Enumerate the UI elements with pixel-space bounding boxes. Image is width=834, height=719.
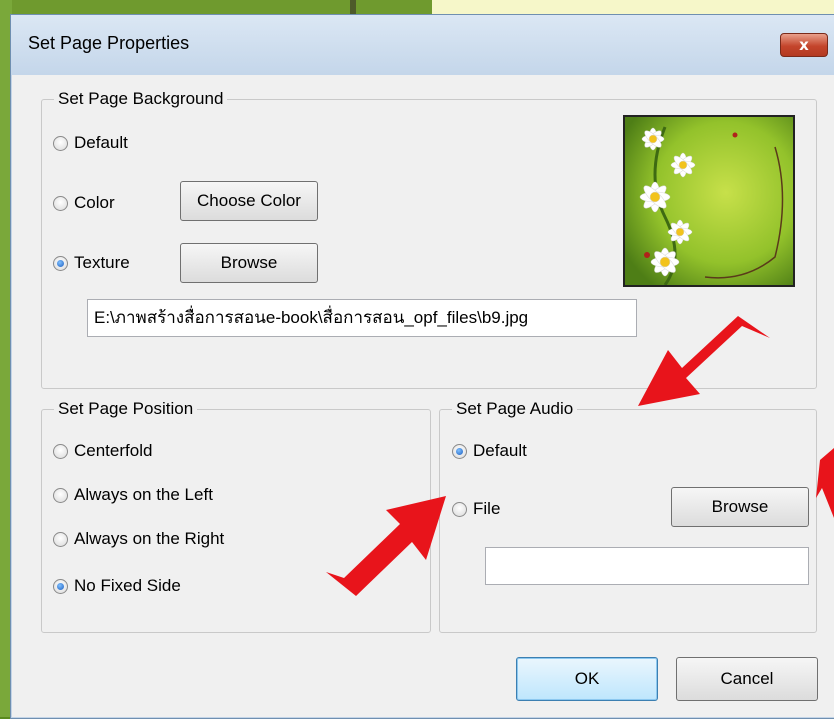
background-default-label: Default <box>74 133 128 152</box>
position-left-radio[interactable] <box>53 487 68 503</box>
audio-default-label: Default <box>473 441 527 460</box>
background-color-radio[interactable] <box>53 195 68 211</box>
position-right-radio[interactable] <box>53 531 68 547</box>
texture-path-field[interactable]: E:\ภาพสร้างสื่อการสอนe-book\สื่อการสอน_o… <box>87 299 637 337</box>
cancel-button[interactable]: Cancel <box>676 657 818 701</box>
position-right-option[interactable]: Always on the Right <box>53 529 224 549</box>
texture-preview-image <box>623 115 795 287</box>
background-app-strip <box>12 0 432 14</box>
dialog-titlebar[interactable]: Set Page Properties x <box>11 15 834 75</box>
close-icon: x <box>799 36 809 54</box>
audio-default-option[interactable]: Default <box>452 441 527 461</box>
audio-browse-button[interactable]: Browse <box>671 487 809 527</box>
background-app-divider <box>350 0 356 14</box>
position-no-fixed-side-label: No Fixed Side <box>74 576 181 595</box>
audio-file-path-field[interactable] <box>485 547 809 585</box>
background-texture-radio[interactable] <box>53 255 68 271</box>
background-color-option[interactable]: Color <box>53 193 115 213</box>
set-page-properties-dialog: Set Page Properties x Set Page Backgroun… <box>10 14 834 719</box>
audio-default-radio[interactable] <box>452 443 467 459</box>
ok-button[interactable]: OK <box>516 657 658 701</box>
audio-file-radio[interactable] <box>452 501 467 517</box>
position-left-option[interactable]: Always on the Left <box>53 485 213 505</box>
position-no-fixed-side-radio[interactable] <box>53 578 68 594</box>
background-texture-option[interactable]: Texture <box>53 253 130 273</box>
page-background-group-label: Set Page Background <box>54 89 228 109</box>
page-audio-group-label: Set Page Audio <box>452 399 578 419</box>
texture-browse-button[interactable]: Browse <box>180 243 318 283</box>
position-centerfold-radio[interactable] <box>53 443 68 459</box>
audio-file-option[interactable]: File <box>452 499 500 519</box>
background-color-label: Color <box>74 193 115 212</box>
choose-color-button[interactable]: Choose Color <box>180 181 318 221</box>
background-app-strip-yellow <box>432 0 834 14</box>
audio-file-label: File <box>473 499 501 518</box>
position-right-label: Always on the Right <box>74 529 225 548</box>
page-position-group-label: Set Page Position <box>54 399 198 419</box>
position-centerfold-option[interactable]: Centerfold <box>53 441 152 461</box>
position-centerfold-label: Centerfold <box>74 441 153 460</box>
position-left-label: Always on the Left <box>74 485 213 504</box>
close-button[interactable]: x <box>780 33 828 57</box>
background-default-option[interactable]: Default <box>53 133 128 153</box>
dialog-title: Set Page Properties <box>28 33 190 53</box>
position-no-fixed-side-option[interactable]: No Fixed Side <box>53 576 181 596</box>
background-default-radio[interactable] <box>53 135 68 151</box>
background-texture-label: Texture <box>74 253 130 272</box>
